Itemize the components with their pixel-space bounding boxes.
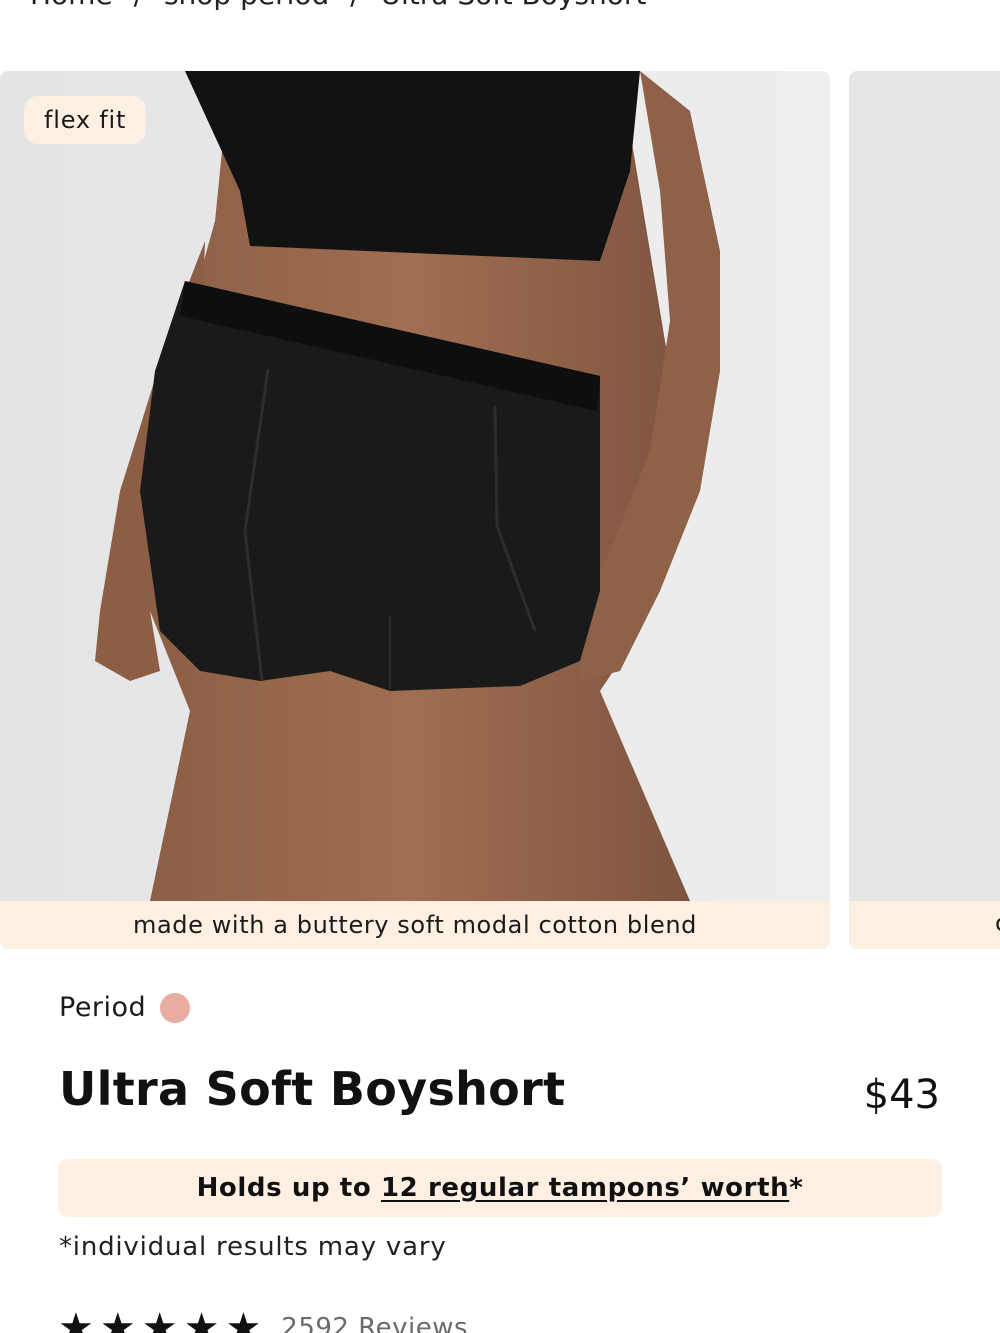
breadcrumb-home[interactable]: Home bbox=[30, 0, 113, 11]
product-price: $43 bbox=[863, 1072, 940, 1118]
star-icon: ★ bbox=[225, 1305, 262, 1333]
color-swatch[interactable] bbox=[160, 992, 191, 1023]
carousel-slide-1[interactable]: flex fit made with a buttery soft modal … bbox=[0, 71, 830, 949]
product-rating[interactable]: ★ ★ ★ ★ ★ 2592 Reviews bbox=[58, 1308, 468, 1333]
product-category: Period bbox=[59, 992, 191, 1023]
category-label: Period bbox=[59, 992, 147, 1023]
product-photo bbox=[0, 71, 830, 901]
results-disclaimer: *individual results may vary bbox=[59, 1232, 447, 1262]
slide-caption-partial: c bbox=[849, 901, 1000, 949]
breadcrumb: Home / shop period / Ultra Soft Boyshort bbox=[30, 0, 658, 14]
star-icon: ★ bbox=[58, 1305, 94, 1333]
product-title: Ultra Soft Boyshort bbox=[59, 1062, 566, 1116]
star-icon: ★ bbox=[99, 1305, 136, 1333]
breadcrumb-current: Ultra Soft Boyshort bbox=[381, 0, 647, 11]
absorbency-suffix: * bbox=[789, 1173, 804, 1203]
reviews-link[interactable]: 2592 Reviews bbox=[281, 1313, 468, 1333]
product-image-carousel[interactable]: flex fit made with a buttery soft modal … bbox=[0, 71, 1000, 949]
breadcrumb-separator: / bbox=[134, 0, 143, 11]
absorbency-prefix: Holds up to bbox=[196, 1173, 372, 1203]
star-icon: ★ bbox=[183, 1305, 220, 1333]
breadcrumb-separator: / bbox=[350, 0, 359, 11]
fit-badge: flex fit bbox=[24, 96, 147, 144]
star-icon: ★ bbox=[141, 1305, 178, 1333]
slide-caption: made with a buttery soft modal cotton bl… bbox=[0, 901, 830, 949]
absorbency-banner: Holds up to 12 regular tampons’ worth * bbox=[58, 1159, 942, 1217]
carousel-slide-2[interactable]: c bbox=[849, 71, 1000, 949]
star-rating: ★ ★ ★ ★ ★ bbox=[58, 1308, 261, 1333]
breadcrumb-shop-period[interactable]: shop period bbox=[164, 0, 329, 11]
absorbency-link[interactable]: 12 regular tampons’ worth bbox=[381, 1173, 789, 1203]
